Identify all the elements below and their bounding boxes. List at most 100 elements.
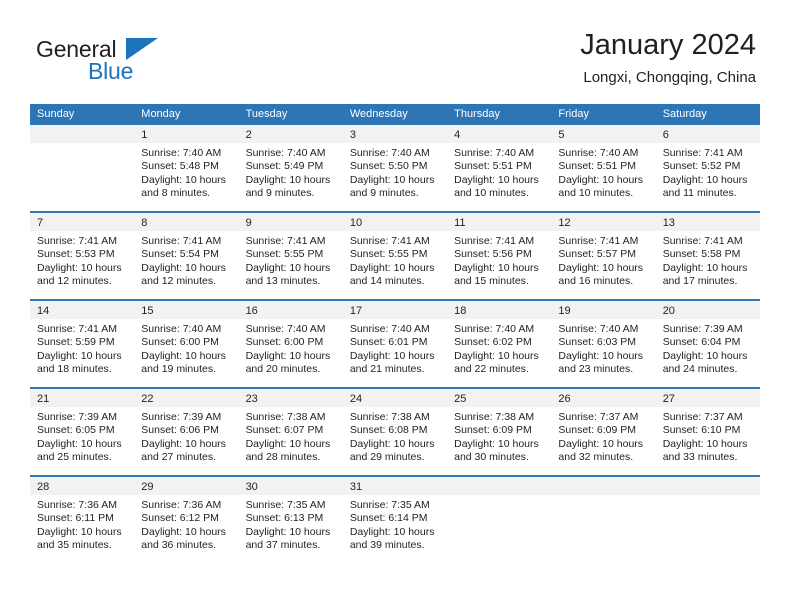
calendar-day-cell[interactable]: 29 Sunrise: 7:36 AM Sunset: 6:12 PM Dayligh… xyxy=(134,477,239,565)
day-number-band: 9 xyxy=(238,213,343,231)
calendar-day-cell[interactable]: 17 Sunrise: 7:40 AM Sunset: 6:01 PM Dayligh… xyxy=(342,301,448,387)
calendar-day-cell[interactable]: 6 Sunrise: 7:41 AM Sunset: 5:52 PM Daylight… xyxy=(655,125,760,211)
sunrise-time: Sunrise: 7:40 AM xyxy=(141,323,222,335)
calendar-day-cell[interactable]: 4 Sunrise: 7:40 AM Sunset: 5:51 PM Daylight… xyxy=(447,125,552,211)
logo-text-blue: Blue xyxy=(88,58,134,84)
day-number-band xyxy=(447,477,552,495)
daylight-duration-line1: Daylight: 10 hours xyxy=(141,437,226,450)
day-number: 30 xyxy=(245,481,258,493)
sunset-time: Sunset: 6:05 PM xyxy=(37,424,115,437)
day-sun-info: Sunrise: 7:41 AM Sunset: 5:55 PM Daylight:… xyxy=(343,231,447,289)
sunrise-time: Sunrise: 7:38 AM xyxy=(454,411,535,423)
calendar-day-cell[interactable]: 11 Sunrise: 7:41 AM Sunset: 5:56 PM Dayligh… xyxy=(447,213,552,299)
day-sun-info: Sunrise: 7:36 AM Sunset: 6:11 PM Daylight:… xyxy=(30,495,134,553)
day-number-band xyxy=(30,125,135,143)
daylight-duration-line2: and 39 minutes. xyxy=(349,539,425,552)
day-sun-info: Sunrise: 7:40 AM Sunset: 6:00 PM Daylight:… xyxy=(239,319,343,377)
sunset-time: Sunset: 5:51 PM xyxy=(454,160,532,173)
day-number-band: 18 xyxy=(447,301,552,319)
day-number-band: 20 xyxy=(655,301,760,319)
sunset-time: Sunset: 5:49 PM xyxy=(245,160,324,173)
sunset-time: Sunset: 6:11 PM xyxy=(37,512,114,525)
day-number-band: 27 xyxy=(655,389,760,407)
calendar-day-cell[interactable]: 19 Sunrise: 7:40 AM Sunset: 6:03 PM Dayligh… xyxy=(551,301,656,387)
day-sun-info: Sunrise: 7:41 AM Sunset: 5:57 PM Daylight:… xyxy=(551,231,655,289)
day-sun-info: Sunrise: 7:39 AM Sunset: 6:06 PM Daylight:… xyxy=(134,407,238,465)
calendar-day-cell[interactable]: 22 Sunrise: 7:39 AM Sunset: 6:06 PM Dayligh… xyxy=(134,389,239,475)
general-blue-logo[interactable]: General Blue xyxy=(36,36,216,92)
daylight-duration-line2: and 25 minutes. xyxy=(37,451,112,464)
daylight-duration-line2: and 10 minutes. xyxy=(558,187,634,200)
day-number: 18 xyxy=(454,305,467,317)
calendar-day-cell[interactable]: 20 Sunrise: 7:39 AM Sunset: 6:04 PM Dayligh… xyxy=(655,301,760,387)
calendar-day-cell[interactable]: 24 Sunrise: 7:38 AM Sunset: 6:08 PM Dayligh… xyxy=(342,389,448,475)
calendar-day-cell[interactable]: 7 Sunrise: 7:41 AM Sunset: 5:53 PM Daylight… xyxy=(30,213,135,299)
calendar-day-cell[interactable]: 16 Sunrise: 7:40 AM Sunset: 6:00 PM Dayligh… xyxy=(238,301,343,387)
sunset-time: Sunset: 6:14 PM xyxy=(349,512,428,525)
calendar-day-cell[interactable]: 21 Sunrise: 7:39 AM Sunset: 6:05 PM Dayligh… xyxy=(30,389,135,475)
day-number-band: 2 xyxy=(238,125,343,143)
calendar-day-cell[interactable]: 8 Sunrise: 7:41 AM Sunset: 5:54 PM Daylight… xyxy=(134,213,239,299)
sunset-time: Sunset: 6:09 PM xyxy=(454,424,532,437)
calendar-day-cell[interactable]: 5 Sunrise: 7:40 AM Sunset: 5:51 PM Daylight… xyxy=(551,125,656,211)
calendar-day-cell[interactable]: 2 Sunrise: 7:40 AM Sunset: 5:49 PM Daylight… xyxy=(238,125,343,211)
calendar-day-cell[interactable]: 30 Sunrise: 7:35 AM Sunset: 6:13 PM Dayligh… xyxy=(238,477,343,565)
calendar-day-cell[interactable]: 9 Sunrise: 7:41 AM Sunset: 5:55 PM Daylight… xyxy=(238,213,343,299)
daylight-duration-line2: and 28 minutes. xyxy=(245,451,321,464)
calendar-day-cell[interactable]: 28 Sunrise: 7:36 AM Sunset: 6:11 PM Dayligh… xyxy=(30,477,135,565)
daylight-duration-line2: and 33 minutes. xyxy=(662,451,738,464)
calendar-day-cell[interactable]: 23 Sunrise: 7:38 AM Sunset: 6:07 PM Dayligh… xyxy=(238,389,343,475)
daylight-duration-line2: and 19 minutes. xyxy=(141,363,216,376)
day-number-band: 28 xyxy=(30,477,135,495)
sunrise-time: Sunrise: 7:41 AM xyxy=(662,147,743,159)
daylight-duration-line2: and 36 minutes. xyxy=(141,539,216,552)
day-number-band: 30 xyxy=(238,477,343,495)
sunset-time: Sunset: 6:04 PM xyxy=(662,336,741,349)
sunrise-time: Sunrise: 7:41 AM xyxy=(558,235,639,247)
day-number-band: 24 xyxy=(342,389,448,407)
sunset-time: Sunset: 6:00 PM xyxy=(245,336,324,349)
calendar-day-cell[interactable]: 3 Sunrise: 7:40 AM Sunset: 5:50 PM Daylight… xyxy=(342,125,448,211)
sunrise-time: Sunrise: 7:40 AM xyxy=(454,323,535,335)
sunset-time: Sunset: 6:03 PM xyxy=(558,336,637,349)
daylight-duration-line2: and 30 minutes. xyxy=(454,451,529,464)
sunrise-time: Sunrise: 7:35 AM xyxy=(245,499,326,511)
sunset-time: Sunset: 5:54 PM xyxy=(141,248,219,261)
calendar-day-cell[interactable]: 14 Sunrise: 7:41 AM Sunset: 5:59 PM Dayligh… xyxy=(30,301,135,387)
calendar-week-row: 14 Sunrise: 7:41 AM Sunset: 5:59 PM Dayligh… xyxy=(30,301,760,389)
weekday-header-wednesday: Wednesday xyxy=(349,108,408,120)
day-sun-info: Sunrise: 7:40 AM Sunset: 5:49 PM Daylight:… xyxy=(239,143,343,201)
calendar-day-cell[interactable]: 18 Sunrise: 7:40 AM Sunset: 6:02 PM Dayligh… xyxy=(447,301,552,387)
sunset-time: Sunset: 6:08 PM xyxy=(349,424,428,437)
sunset-time: Sunset: 5:50 PM xyxy=(349,160,428,173)
day-number-band: 21 xyxy=(30,389,135,407)
day-number: 11 xyxy=(454,217,466,229)
daylight-duration-line2: and 12 minutes. xyxy=(141,275,216,288)
daylight-duration-line1: Daylight: 10 hours xyxy=(558,349,644,362)
calendar-day-cell[interactable]: 25 Sunrise: 7:38 AM Sunset: 6:09 PM Dayligh… xyxy=(447,389,552,475)
day-number: 29 xyxy=(141,481,154,493)
daylight-duration-line1: Daylight: 10 hours xyxy=(662,349,748,362)
day-number-band: 8 xyxy=(134,213,239,231)
day-number-band: 11 xyxy=(447,213,552,231)
daylight-duration-line1: Daylight: 10 hours xyxy=(245,349,331,362)
day-number: 27 xyxy=(662,393,675,405)
calendar-day-cell[interactable]: 26 Sunrise: 7:37 AM Sunset: 6:09 PM Dayligh… xyxy=(551,389,656,475)
calendar-day-cell[interactable]: 12 Sunrise: 7:41 AM Sunset: 5:57 PM Dayligh… xyxy=(551,213,656,299)
day-number: 14 xyxy=(37,305,50,317)
daylight-duration-line2: and 15 minutes. xyxy=(454,275,529,288)
daylight-duration-line2: and 20 minutes. xyxy=(245,363,321,376)
calendar-day-cell[interactable]: 27 Sunrise: 7:37 AM Sunset: 6:10 PM Dayligh… xyxy=(655,389,760,475)
calendar-day-cell[interactable]: 15 Sunrise: 7:40 AM Sunset: 6:00 PM Dayligh… xyxy=(134,301,239,387)
calendar-day-cell[interactable]: 10 Sunrise: 7:41 AM Sunset: 5:55 PM Dayligh… xyxy=(342,213,448,299)
day-sun-info: Sunrise: 7:40 AM Sunset: 5:48 PM Daylight:… xyxy=(134,143,238,201)
calendar-day-cell[interactable]: 1 Sunrise: 7:40 AM Sunset: 5:48 PM Daylight… xyxy=(134,125,239,211)
day-sun-info: Sunrise: 7:41 AM Sunset: 5:55 PM Daylight:… xyxy=(239,231,343,289)
calendar-day-cell[interactable]: 13 Sunrise: 7:41 AM Sunset: 5:58 PM Dayligh… xyxy=(655,213,760,299)
day-sun-info: Sunrise: 7:38 AM Sunset: 6:07 PM Daylight:… xyxy=(239,407,343,465)
day-number-band: 10 xyxy=(342,213,448,231)
daylight-duration-line2: and 13 minutes. xyxy=(245,275,321,288)
day-sun-info: Sunrise: 7:40 AM Sunset: 6:03 PM Daylight:… xyxy=(551,319,655,377)
day-sun-info: Sunrise: 7:37 AM Sunset: 6:10 PM Daylight:… xyxy=(656,407,760,465)
calendar-day-cell[interactable]: 31 Sunrise: 7:35 AM Sunset: 6:14 PM Dayligh… xyxy=(342,477,448,565)
